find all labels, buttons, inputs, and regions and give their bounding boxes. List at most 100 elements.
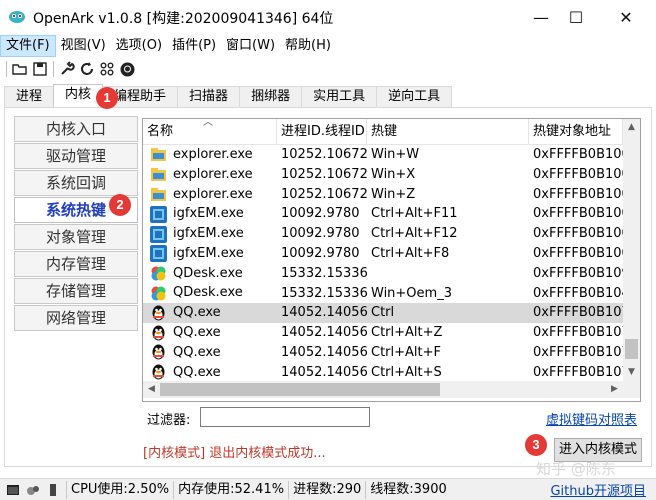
main-tabs: 进程 内核 编程助手 扫描器 捆绑器 实用工具 逆向工具 xyxy=(4,84,453,108)
cell-name: igfxEM.exe xyxy=(143,204,277,224)
close-button[interactable]: ✕ xyxy=(603,0,649,34)
scroll-up-icon[interactable]: ▲ xyxy=(623,119,640,136)
console-icon[interactable] xyxy=(6,483,20,497)
cell-hotkey-address: 0xFFFFB0B107 xyxy=(533,305,623,321)
process-name: igfxEM.exe xyxy=(173,206,244,222)
github-icon[interactable] xyxy=(118,60,136,78)
battery-icon[interactable] xyxy=(46,483,60,497)
nav-network-manager[interactable]: 网络管理 xyxy=(14,305,138,331)
process-name: explorer.exe xyxy=(173,186,253,202)
table-row[interactable]: QQ.exe 14052.14056 Ctrl+Alt+Z 0xFFFFB0B107 xyxy=(143,323,623,343)
cell-pid-tid: 15332.15336 xyxy=(281,285,367,301)
cell-hotkey-address: 0xFFFFB0B100 xyxy=(533,245,623,261)
scroll-left-icon[interactable]: ◀ xyxy=(143,381,160,398)
menu-file[interactable]: 文件(F) xyxy=(0,35,56,57)
scroll-right-icon[interactable]: ▶ xyxy=(606,381,623,398)
hotkey-table[interactable]: 名称 ︿ 进程ID.线程ID 热键 热键对象地址 explorer.exe 102… xyxy=(142,118,641,402)
horizontal-scroll-thumb[interactable] xyxy=(160,383,440,396)
table-row[interactable]: explorer.exe 10252.10672 Win+X 0xFFFFB0B100 xyxy=(143,165,623,185)
cell-pid-tid: 10092.9780 xyxy=(281,206,360,222)
callout-badge-1: 1 xyxy=(96,87,118,109)
nav-object-manager[interactable]: 对象管理 xyxy=(14,224,138,250)
cell-hotkey: Ctrl+Alt+F xyxy=(371,344,441,360)
tab-reverse-tools[interactable]: 逆向工具 xyxy=(376,86,453,108)
menu-options[interactable]: 选项(O) xyxy=(111,35,167,57)
open-folder-icon[interactable] xyxy=(11,60,29,78)
bug-icon[interactable] xyxy=(26,483,40,497)
process-name: igfxEM.exe xyxy=(173,226,244,242)
igfx-icon xyxy=(150,225,167,243)
cell-name: explorer.exe xyxy=(143,165,277,185)
table-row[interactable]: QDesk.exe 15332.15336 0xFFFFB0B109 xyxy=(143,264,623,284)
process-name: explorer.exe xyxy=(173,146,253,162)
cell-hotkey-address: 0xFFFFB0B100 xyxy=(533,186,623,202)
cell-hotkey: Win+X xyxy=(371,166,416,182)
grid-icon[interactable] xyxy=(98,60,116,78)
cell-hotkey-address: 0xFFFFB0B100 xyxy=(533,166,623,182)
filter-input[interactable] xyxy=(200,407,370,427)
nav-driver-manager[interactable]: 驱动管理 xyxy=(14,143,138,169)
nav-system-callbacks[interactable]: 系统回调 xyxy=(14,170,138,196)
toolbar-grip xyxy=(6,61,7,77)
cell-hotkey: Ctrl xyxy=(371,305,395,321)
tab-utilities[interactable]: 实用工具 xyxy=(301,86,378,108)
table-row[interactable]: QQ.exe 14052.14056 Ctrl 0xFFFFB0B107 xyxy=(143,303,623,324)
nav-storage-manager[interactable]: 存储管理 xyxy=(14,278,138,304)
nav-kernel-entry[interactable]: 内核入口 xyxy=(14,116,138,142)
tab-scanner[interactable]: 扫描器 xyxy=(177,86,241,108)
cell-hotkey-address: 0xFFFFB0B107 xyxy=(533,325,623,341)
watermark: 知乎 @陈东 xyxy=(536,460,616,478)
nav-memory-manager[interactable]: 内存管理 xyxy=(14,251,138,277)
tab-process[interactable]: 进程 xyxy=(4,86,55,108)
menu-window[interactable]: 窗口(W) xyxy=(221,35,280,57)
column-header-pid-tid[interactable]: 进程ID.线程ID xyxy=(277,119,367,145)
cell-pid-tid: 15332.15336 xyxy=(281,265,367,281)
cell-hotkey: Win+W xyxy=(371,147,420,162)
column-header-name[interactable]: 名称 ︿ xyxy=(143,119,277,145)
table-row[interactable]: igfxEM.exe 10092.9780 Ctrl+Alt+F11 0xFFFFB0… xyxy=(143,204,623,224)
qdesk-icon xyxy=(151,266,166,281)
column-header-hotkey[interactable]: 热键 xyxy=(367,119,529,145)
cell-hotkey: Win+Z xyxy=(371,186,416,202)
menu-plugins[interactable]: 插件(P) xyxy=(167,35,221,57)
thread-count: 线程数:3900 xyxy=(365,480,450,499)
qq-penguin-icon xyxy=(152,364,165,380)
qq-penguin-icon xyxy=(152,305,165,321)
horizontal-scrollbar[interactable]: ◀ ▶ xyxy=(143,381,623,398)
table-row[interactable]: explorer.exe 10252.10672 Win+W 0xFFFFB0B100 xyxy=(143,145,623,165)
refresh-icon[interactable] xyxy=(78,60,96,78)
table-row[interactable]: QDesk.exe 15332.15336 Win+Oem_3 0xFFFFB0B10… xyxy=(143,284,623,304)
scroll-down-icon[interactable]: ▼ xyxy=(623,364,640,381)
github-project-link[interactable]: Github开源项目 xyxy=(550,480,656,499)
cell-pid-tid: 10252.10672 xyxy=(281,186,367,202)
tab-bundler[interactable]: 捆绑器 xyxy=(239,86,303,108)
table-row[interactable]: QQ.exe 14052.14056 Ctrl+Alt+S 0xFFFFB0B107 xyxy=(143,363,623,383)
cell-hotkey: Ctrl+Alt+F11 xyxy=(371,206,458,222)
menu-help[interactable]: 帮助(H) xyxy=(280,35,336,57)
menu-bar: 文件(F) 视图(V) 选项(O) 插件(P) 窗口(W) 帮助(H) xyxy=(0,34,656,58)
process-name: igfxEM.exe xyxy=(173,245,244,261)
cell-name: explorer.exe xyxy=(143,145,277,165)
vertical-scrollbar[interactable]: ▲ ▼ xyxy=(623,119,640,381)
vertical-scroll-thumb[interactable] xyxy=(625,339,638,359)
cell-pid-tid: 10092.9780 xyxy=(281,226,360,242)
menu-view[interactable]: 视图(V) xyxy=(56,35,111,57)
igfx-icon xyxy=(150,245,167,263)
cell-hotkey: Ctrl+Alt+Z xyxy=(371,325,443,341)
qq-penguin-icon xyxy=(152,325,165,341)
process-name: QDesk.exe xyxy=(173,285,243,301)
table-row[interactable]: QQ.exe 14052.14056 Ctrl+Alt+F 0xFFFFB0B107 xyxy=(143,343,623,363)
wrench-icon[interactable] xyxy=(58,60,76,78)
cell-name: QDesk.exe xyxy=(143,284,277,304)
virtual-key-table-link[interactable]: 虚拟键码对照表 xyxy=(546,409,637,428)
process-name: QQ.exe xyxy=(173,325,221,341)
table-row[interactable]: explorer.exe 10252.10672 Win+Z 0xFFFFB0B100 xyxy=(143,185,623,205)
column-header-hotkey-address[interactable]: 热键对象地址 xyxy=(529,119,623,145)
cell-hotkey: Ctrl+Alt+F12 xyxy=(371,226,458,242)
cell-name: igfxEM.exe xyxy=(143,244,277,264)
maximize-button[interactable]: ☐ xyxy=(553,0,599,34)
table-row[interactable]: igfxEM.exe 10092.9780 Ctrl+Alt+F8 0xFFFFB0B… xyxy=(143,244,623,264)
table-row[interactable]: igfxEM.exe 10092.9780 Ctrl+Alt+F12 0xFFFFB0… xyxy=(143,224,623,244)
kernel-mode-status-message: [内核模式] 退出内核模式成功... xyxy=(143,446,326,461)
save-icon[interactable] xyxy=(31,60,49,78)
